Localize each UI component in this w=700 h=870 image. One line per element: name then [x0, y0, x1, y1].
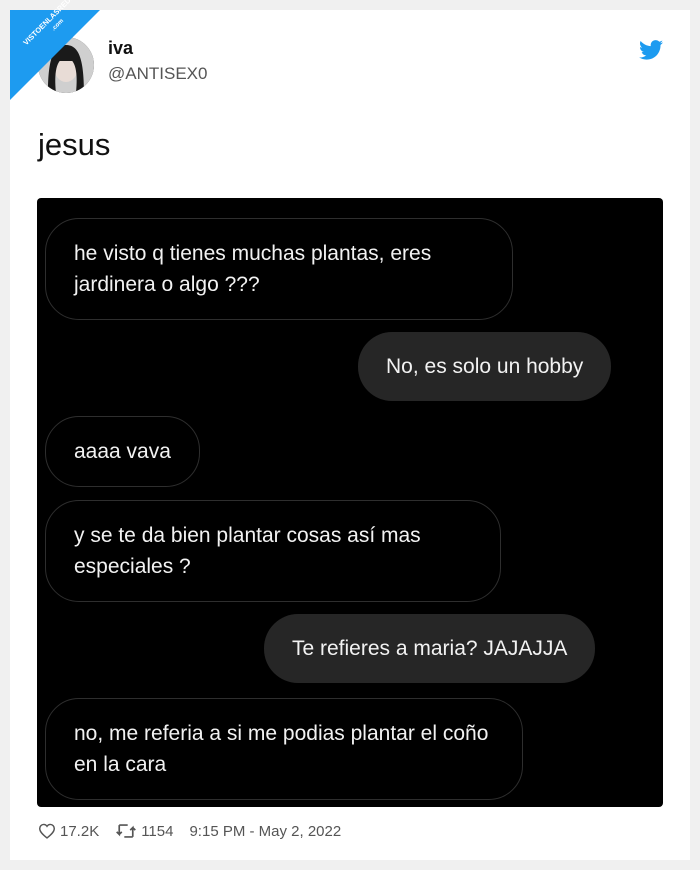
tweet-text: jesus [38, 127, 111, 162]
message-received-3: y se te da bien plantar cosas así mas es… [45, 500, 501, 602]
timestamp[interactable]: 9:15 PM - May 2, 2022 [189, 823, 341, 840]
message-sent-1: No, es solo un hobby [358, 332, 612, 401]
message-received-4: no, me referia a si me podias plantar el… [45, 698, 523, 800]
user-handle[interactable]: @ANTISEX0 [108, 64, 207, 84]
display-name[interactable]: iva [108, 38, 133, 59]
heart-icon [38, 823, 56, 839]
like-button[interactable]: 17.2K [38, 823, 99, 840]
tweet-footer: 17.2K 1154 9:15 PM - May 2, 2022 [38, 821, 357, 841]
message-received-1: he visto q tienes muchas plantas, eres j… [45, 218, 513, 320]
message-received-2: aaaa vava [45, 416, 200, 487]
chat-screenshot: he visto q tienes muchas plantas, eres j… [37, 198, 663, 807]
message-sent-2: Te refieres a maria? JAJAJJA [264, 614, 596, 683]
retweet-count: 1154 [141, 822, 174, 840]
twitter-bird-icon [639, 40, 663, 60]
retweet-button[interactable]: 1154 [115, 823, 173, 840]
tweet-card: VISTOENLASREDES .com iva @ANTISEX0 jesus… [10, 0, 690, 860]
like-count: 17.2K [60, 822, 100, 840]
retweet-icon [116, 824, 137, 838]
